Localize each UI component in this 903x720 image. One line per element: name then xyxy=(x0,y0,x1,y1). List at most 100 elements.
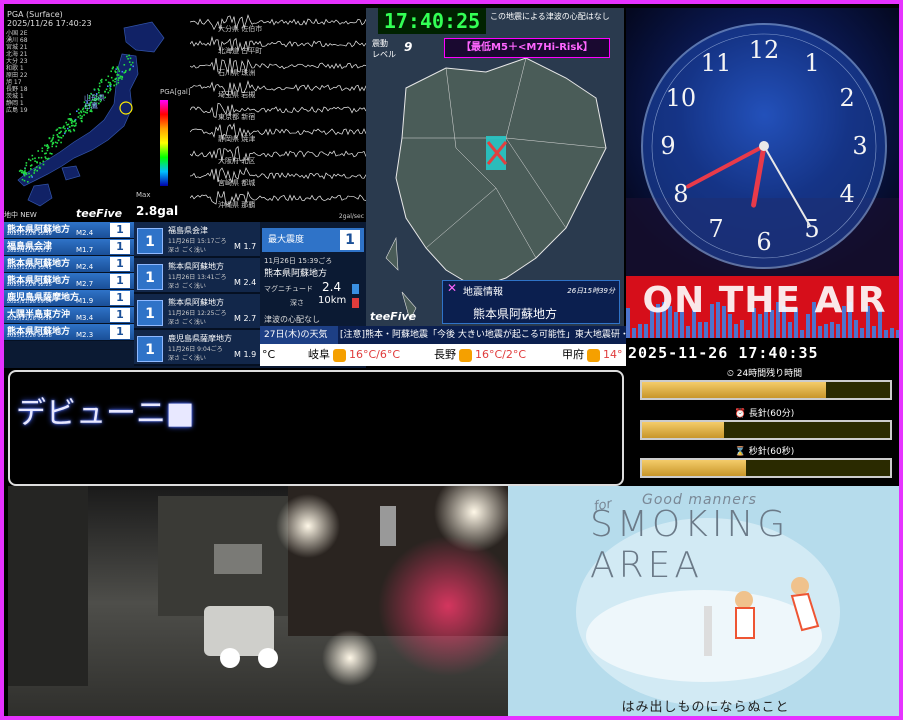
quake-mag: M2.7 xyxy=(76,280,94,288)
pga-station-dot xyxy=(40,156,43,159)
pga-station-dot xyxy=(55,145,58,148)
equalizer-bar xyxy=(854,320,858,338)
detail-depth: 深さ ごく浅い xyxy=(168,283,206,290)
pga-station-dot xyxy=(34,157,36,160)
quake-info-place: 熊本県阿蘇地方 xyxy=(473,307,558,321)
equalizer-bar xyxy=(632,328,636,338)
equalizer-bar xyxy=(704,322,708,338)
pga-station-dot xyxy=(73,119,76,122)
quake-mag: M1.7 xyxy=(76,246,94,254)
pga-station-dot xyxy=(54,141,57,144)
magnitude-label: マグニチュード xyxy=(264,285,313,293)
detail-mag: M 1.7 xyxy=(234,242,257,251)
peak-value: 2.8gal xyxy=(136,204,179,218)
pga-station-dot xyxy=(129,57,132,60)
waveform-station-label: 静岡県 焼津 xyxy=(218,135,256,143)
pga-station-dot xyxy=(62,135,64,137)
pga-station-dot xyxy=(28,158,30,161)
pga-station-dot xyxy=(91,110,93,113)
waveform-station-label: 北海道 古平町 xyxy=(218,47,263,55)
pga-station-dot xyxy=(115,68,117,70)
quake-list-item: 熊本県阿蘇地方 2025/11/26 01:58 M2.3 1 xyxy=(4,324,134,341)
pga-station-dot xyxy=(52,136,54,139)
quake-detail-item: 1 熊本県阿蘇地方 11月26日 13:41ごろ 深さ ごく浅い M 2.4 xyxy=(134,258,260,294)
detail-mag: M 2.7 xyxy=(234,314,257,323)
pga-station-dot xyxy=(42,160,45,163)
pga-station-dot xyxy=(25,164,28,167)
quake-intensity: 1 xyxy=(110,325,130,339)
detail-mag: M 1.9 xyxy=(234,350,257,359)
pga-station-dot xyxy=(79,114,82,117)
clock-number: 7 xyxy=(708,215,723,243)
pga-station-dot xyxy=(28,172,30,175)
pga-station-dot xyxy=(56,128,59,131)
region-label: 山形県 白鷹 xyxy=(84,94,105,110)
detail-intensity: 1 xyxy=(137,336,163,362)
quake-list-item: 熊本県阿蘇地方 2025/11/26 12:25 M2.7 1 xyxy=(4,273,134,290)
pga-station-dot xyxy=(21,178,24,181)
clock-number: 4 xyxy=(839,180,854,208)
weather-temp: 14° xyxy=(603,348,623,361)
clock-number: 10 xyxy=(666,84,697,112)
quake-detail-item: 1 福島県会津 11月26日 15:17ごろ 深さ ごく浅い M 1.7 xyxy=(134,222,260,258)
progress-fill-2 xyxy=(642,460,747,476)
pga-station-dot xyxy=(118,70,121,72)
waveform-station-label: 石川県 珠洲 xyxy=(218,69,256,77)
smoking-area-title: SMOKING AREA xyxy=(590,504,790,586)
detail-depth: 深さ ごく浅い xyxy=(168,319,206,326)
detail-intensity: 1 xyxy=(137,228,163,254)
pga-station-dot xyxy=(73,129,76,132)
quake-date: 2025/11/26 15:17 xyxy=(7,248,52,254)
waveform-trace xyxy=(190,35,366,52)
waveform-station-label: 大分県 佐伯市 xyxy=(218,25,263,33)
pga-station-dot xyxy=(121,78,123,80)
equalizer-bar xyxy=(734,324,738,338)
pga-station-dot xyxy=(105,88,108,91)
weather-temp: 16°C/2°C xyxy=(475,348,527,361)
pga-station-dot xyxy=(35,166,38,168)
pga-station-dot xyxy=(110,76,113,79)
clock-number: 8 xyxy=(673,180,688,208)
equalizer-bar xyxy=(746,330,750,338)
pga-station-dot xyxy=(121,70,124,73)
pga-station-dot xyxy=(101,78,103,81)
pga-station-dot xyxy=(63,125,65,128)
pga-station-dot xyxy=(52,141,54,144)
pga-station-dot xyxy=(107,85,109,87)
pga-station-dot xyxy=(132,65,134,68)
pga-station-dot xyxy=(68,125,71,128)
scale-label: PGA[gal] xyxy=(160,88,190,96)
pga-station-dot xyxy=(69,113,71,115)
waveform-panel: 大分県 佐伯市 北海道 古平町 石川県 珠洲 埼玉県 岩槻 東京都 新宿 静岡県 焼津 大阪… xyxy=(190,8,366,222)
pga-station-dot xyxy=(75,122,77,125)
pga-station-dot xyxy=(44,156,47,158)
progress-fill-0 xyxy=(642,382,826,398)
quake-intensity: 1 xyxy=(110,291,130,305)
progress-panel: 2025-11-26 17:40:35 ⏲ 24時間残り時間 ⏰ 長針(60分)… xyxy=(626,338,899,484)
kyushu-map-panel: 17:40:25 この地震による津波の心配はなし 震動 レベル 9 【最低M5＋… xyxy=(366,8,624,326)
pga-station-dot xyxy=(80,117,83,120)
detail-place: 鹿児島県薩摩地方 xyxy=(168,334,232,343)
pga-station-dot xyxy=(78,112,80,114)
shake-level: 震動 レベル 9 xyxy=(366,38,442,60)
pga-station-dot xyxy=(81,115,83,118)
max-intensity-box: 最大震度 1 xyxy=(262,228,364,252)
pga-map-panel: PGA (Surface) 2025/11/26 17:40:23 小国 2E … xyxy=(4,8,190,222)
equalizer-bar xyxy=(788,322,792,338)
quake-date: 2025/11/26 12:25 xyxy=(7,282,52,288)
pga-station-dot xyxy=(46,147,49,149)
ticker-message: [注意]熊本・阿蘇地震「今後 大きい地震が起こる可能性」東大地震研・笠原教授 xyxy=(340,330,626,340)
typing-textbox[interactable]: デビューニ■ xyxy=(8,370,624,486)
pga-station-dot xyxy=(30,168,32,170)
quake-detail-item: 1 熊本県阿蘇地方 11月26日 12:25ごろ 深さ ごく浅い M 2.7 xyxy=(134,294,260,330)
equalizer-bar xyxy=(896,330,899,338)
pga-station-dot xyxy=(74,124,77,127)
pga-station-dot xyxy=(36,169,38,172)
pga-station-dot xyxy=(110,83,112,86)
pga-station-dot xyxy=(39,167,41,169)
pga-station-dot xyxy=(117,81,120,84)
depth-marker xyxy=(352,298,359,308)
pga-station-dot xyxy=(86,112,88,114)
weather-city: 岐阜 xyxy=(308,348,330,361)
pga-station-dot xyxy=(69,119,72,122)
